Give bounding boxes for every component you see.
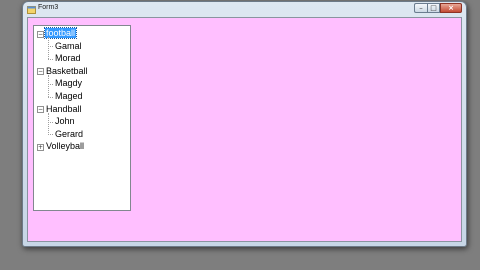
tree-node-morad[interactable]: Morad — [54, 52, 82, 65]
form3-window: Form3 – □ × − football Gamal Morad − Basketba… — [22, 1, 467, 247]
expand-toggle-icon[interactable]: + — [37, 143, 44, 151]
minimize-button[interactable]: – — [414, 3, 427, 13]
tree-node-gerard[interactable]: Gerard — [54, 128, 84, 141]
collapse-toggle-icon[interactable]: − — [37, 106, 44, 114]
tree-node-magdy[interactable]: Magdy — [54, 77, 83, 90]
tree-node-label: Magdy — [55, 78, 83, 89]
tree-node-label: Maged — [55, 91, 83, 101]
sports-tree-view[interactable]: − football Gamal Morad − Basketball Magdy Maged… — [33, 25, 131, 211]
tree-node-label: Morad — [55, 53, 81, 64]
title-bar[interactable]: Form3 – □ × — [23, 2, 466, 18]
tree-node-label: John — [55, 116, 75, 127]
tree-node-label: football — [43, 27, 78, 39]
tree-node-label: Gerard — [55, 128, 84, 139]
collapse-toggle-icon[interactable]: − — [37, 30, 44, 38]
caption-buttons: – □ × — [414, 3, 462, 13]
maximize-icon: □ — [430, 3, 437, 12]
tree-node-label: Basketball — [46, 65, 88, 76]
tree-node-john[interactable]: John — [54, 115, 76, 128]
tree-node-football[interactable]: football — [43, 27, 78, 40]
tree-connector — [48, 112, 49, 135]
tree-node-maged[interactable]: Maged — [54, 90, 84, 103]
tree-node-gamal[interactable]: Gamal — [54, 40, 83, 53]
tree-node-volleyball[interactable]: Volleyball — [45, 140, 85, 153]
app-icon[interactable] — [27, 5, 36, 14]
minimize-icon: – — [419, 3, 423, 12]
tree-node-handball[interactable]: Handball — [45, 103, 83, 116]
collapse-toggle-icon[interactable]: − — [37, 68, 44, 76]
tree-node-label: Volleyball — [46, 141, 85, 152]
tree-node-basketball[interactable]: Basketball — [45, 65, 89, 78]
close-button[interactable]: × — [440, 3, 462, 13]
tree-connector — [48, 37, 49, 60]
form-client-area: − football Gamal Morad − Basketball Magdy Maged… — [27, 17, 462, 242]
maximize-button[interactable]: □ — [427, 3, 440, 13]
tree-node-label: Gamal — [55, 40, 82, 51]
tree-connector — [48, 74, 49, 97]
window-title: Form3 — [38, 4, 59, 11]
tree-node-label: Handball — [46, 103, 82, 114]
close-icon: × — [448, 3, 454, 12]
